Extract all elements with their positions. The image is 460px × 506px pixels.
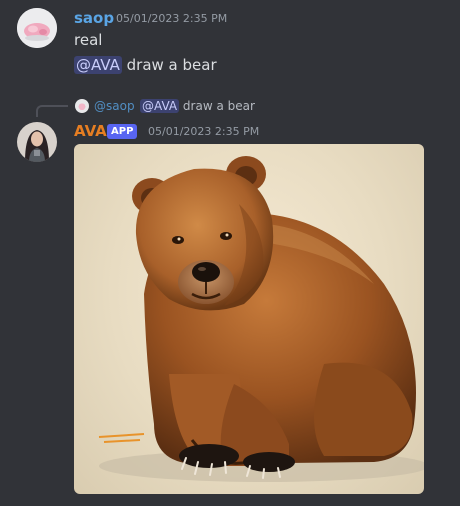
reply-avatar xyxy=(75,99,89,113)
reply-preview[interactable]: @saop @AVA draw a bear xyxy=(0,95,460,117)
avatar-ava[interactable] xyxy=(17,122,57,162)
reply-content: @AVA draw a bear xyxy=(140,99,255,113)
app-badge: APP xyxy=(107,124,138,139)
message-text: real xyxy=(74,31,103,49)
bear-illustration xyxy=(98,156,424,482)
avatar-saop[interactable] xyxy=(17,8,57,48)
timestamp: 05/01/2023 2:35 PM xyxy=(148,125,260,138)
message-saop: saop 05/01/2023 2:35 PM real @AVA draw a… xyxy=(0,0,460,90)
username-ava[interactable]: AVA xyxy=(74,122,107,140)
username-saop[interactable]: saop xyxy=(74,9,114,27)
mention-ava[interactable]: @AVA xyxy=(74,56,122,74)
message-text-fragment: draw a bear xyxy=(121,56,217,74)
reply-mention-ava[interactable]: @AVA xyxy=(140,99,180,113)
avatar-saop-image xyxy=(17,8,57,48)
reply-text-fragment: draw a bear xyxy=(179,99,255,113)
timestamp: 05/01/2023 2:35 PM xyxy=(116,12,228,25)
reply-connector xyxy=(36,105,68,117)
reply-username[interactable]: @saop xyxy=(94,99,135,113)
chat-log: saop 05/01/2023 2:35 PM real @AVA draw a… xyxy=(0,0,460,506)
avatar-ava-image xyxy=(17,122,57,162)
message-text: @AVA draw a bear xyxy=(74,56,217,74)
attachment-image[interactable] xyxy=(74,144,424,494)
